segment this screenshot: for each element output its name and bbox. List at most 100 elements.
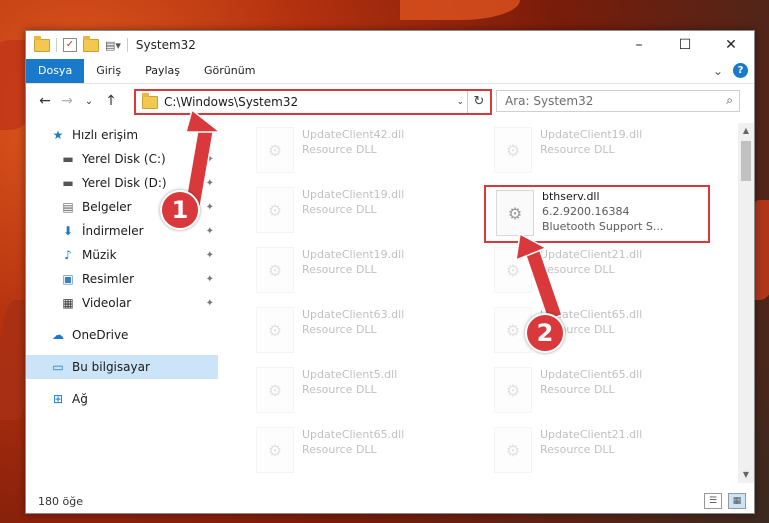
file-item[interactable]: ⚙ UpdateClient63.dll Resource DLL <box>246 307 466 359</box>
dll-file-icon: ⚙ <box>256 367 294 413</box>
file-name: UpdateClient21.dll <box>540 248 643 261</box>
scroll-down-arrow-icon[interactable]: ▼ <box>738 467 754 483</box>
tab-paylas[interactable]: Paylaş <box>133 59 192 83</box>
sidebar-item-label: Ağ <box>72 392 88 406</box>
file-name: UpdateClient21.dll <box>540 428 643 441</box>
file-description: Resource DLL <box>302 383 377 396</box>
window-controls: – ☐ ✕ <box>616 31 754 59</box>
minimize-button[interactable]: – <box>616 31 662 59</box>
file-item[interactable]: ⚙ UpdateClient65.dll Resource DLL <box>246 427 466 479</box>
dll-file-icon: ⚙ <box>256 427 294 473</box>
pin-icon: ✦ <box>205 273 214 285</box>
file-item[interactable]: ⚙ UpdateClient5.dll Resource DLL <box>246 367 466 419</box>
dll-file-icon: ⚙ <box>494 127 532 173</box>
title-bar: ✓ ▤▾ System32 – ☐ ✕ <box>26 31 754 59</box>
file-description: Resource DLL <box>302 203 377 216</box>
file-item[interactable]: ⚙ UpdateClient19.dll Resource DLL <box>246 187 466 239</box>
drive-icon: ▬ <box>62 176 74 190</box>
scroll-thumb[interactable] <box>741 141 751 181</box>
customize-toolbar-icon[interactable]: ▤▾ <box>105 39 121 52</box>
sidebar-item-label: İndirmeler <box>82 224 144 238</box>
navigation-pane: ★ Hızlı erişim ▬ Yerel Disk (C:) ✦ ▬ Yer… <box>26 123 218 483</box>
dll-file-icon: ⚙ <box>256 127 294 173</box>
sidebar-item-label: Yerel Disk (D:) <box>82 176 167 190</box>
dll-file-icon: ⚙ <box>256 187 294 233</box>
file-name: UpdateClient5.dll <box>302 368 398 381</box>
vertical-scrollbar[interactable]: ▲ ▼ <box>738 123 754 483</box>
scroll-up-arrow-icon[interactable]: ▲ <box>738 123 754 139</box>
tab-giris[interactable]: Giriş <box>84 59 133 83</box>
file-item-bthserv[interactable]: ⚙ bthserv.dll 6.2.9200.16384 Bluetooth S… <box>484 185 710 243</box>
pin-icon: ✦ <box>205 225 214 237</box>
status-bar: 180 öğe ☰ ▦ <box>26 489 754 513</box>
pictures-icon: ▣ <box>62 272 74 286</box>
separator <box>126 38 128 52</box>
properties-icon[interactable]: ✓ <box>63 38 77 52</box>
search-icon[interactable]: ⌕ <box>726 93 733 108</box>
file-item[interactable]: ⚙ UpdateClient21.dll Resource DLL <box>484 247 704 299</box>
tab-gorunum[interactable]: Görünüm <box>192 59 267 83</box>
drive-icon: ▬ <box>62 152 74 166</box>
file-item[interactable]: ⚙ UpdateClient19.dll Resource DLL <box>484 127 704 179</box>
dll-file-icon: ⚙ <box>256 307 294 353</box>
expand-ribbon-icon[interactable]: ⌄ <box>713 64 723 78</box>
file-item[interactable]: ⚙ UpdateClient19.dll Resource DLL <box>246 247 466 299</box>
close-button[interactable]: ✕ <box>708 31 754 59</box>
file-name: UpdateClient19.dll <box>302 188 405 201</box>
up-button[interactable]: ↑ <box>100 93 122 109</box>
sidebar-item-label: Belgeler <box>82 200 132 214</box>
sidebar-item-local-disk-c[interactable]: ▬ Yerel Disk (C:) ✦ <box>26 147 218 171</box>
star-icon: ★ <box>52 128 64 142</box>
address-dropdown-icon[interactable]: ⌄ <box>456 97 464 107</box>
ribbon-tabs: Dosya Giriş Paylaş Görünüm ⌄ ? <box>26 59 754 84</box>
dll-file-icon: ⚙ <box>494 367 532 413</box>
search-input[interactable]: Ara: System32 ⌕ <box>496 90 740 112</box>
file-item[interactable]: ⚙ UpdateClient21.dll Resource DLL <box>484 427 704 479</box>
pin-icon: ✦ <box>205 153 214 165</box>
file-name: UpdateClient65.dll <box>540 368 643 381</box>
sidebar-item-music[interactable]: ♪ Müzik ✦ <box>26 243 218 267</box>
file-description: Bluetooth Support S... <box>542 220 664 233</box>
forward-button[interactable]: → <box>56 93 78 109</box>
pin-icon: ✦ <box>205 249 214 261</box>
file-item[interactable]: ⚙ UpdateClient42.dll Resource DLL <box>246 127 466 179</box>
refresh-button[interactable]: ↻ <box>467 91 490 113</box>
callout-2: 2 <box>525 313 565 353</box>
quick-access-toolbar: ✓ ▤▾ <box>26 35 128 52</box>
folder-icon <box>34 35 50 52</box>
navigation-bar: ← → ⌄ ↑ C:\Windows\System32 ⌄ ↻ Ara: Sys… <box>26 87 754 115</box>
back-button[interactable]: ← <box>34 93 56 109</box>
file-explorer-window: ✓ ▤▾ System32 – ☐ ✕ Dosya Giriş Paylaş G… <box>25 30 755 514</box>
tab-dosya[interactable]: Dosya <box>26 59 85 83</box>
help-icon[interactable]: ? <box>733 63 748 78</box>
sidebar-item-pictures[interactable]: ▣ Resimler ✦ <box>26 267 218 291</box>
folder-icon <box>142 92 158 109</box>
file-name: UpdateClient19.dll <box>540 128 643 141</box>
sidebar-item-label: Bu bilgisayar <box>72 360 150 374</box>
sidebar-item-label: Videolar <box>82 296 132 310</box>
file-item[interactable]: ⚙ UpdateClient65.dll Resource DLL <box>484 367 704 419</box>
documents-icon: ▤ <box>62 200 74 214</box>
address-path[interactable]: C:\Windows\System32 <box>164 95 298 109</box>
maximize-button[interactable]: ☐ <box>662 31 708 59</box>
sidebar-item-onedrive[interactable]: ☁ OneDrive <box>26 323 218 347</box>
file-item[interactable]: ⚙ UpdateClient65.dll Resource DLL <box>484 307 704 359</box>
sidebar-item-this-pc[interactable]: ▭ Bu bilgisayar <box>26 355 218 379</box>
downloads-icon: ⬇ <box>62 224 74 238</box>
view-toggle: ☰ ▦ <box>704 493 746 509</box>
ribbon-controls: ⌄ ? <box>713 63 748 78</box>
sidebar-item-videos[interactable]: ▦ Videolar ✦ <box>26 291 218 315</box>
new-folder-icon[interactable] <box>83 35 99 52</box>
search-placeholder: Ara: System32 <box>505 94 594 108</box>
background-leaf <box>400 0 520 20</box>
address-bar[interactable]: C:\Windows\System32 ⌄ ↻ <box>134 89 492 115</box>
recent-locations-button[interactable]: ⌄ <box>78 96 100 107</box>
file-name: UpdateClient42.dll <box>302 128 405 141</box>
tiles-view-icon[interactable]: ▦ <box>728 493 746 509</box>
pin-icon: ✦ <box>205 177 214 189</box>
sidebar-item-quick-access[interactable]: ★ Hızlı erişim <box>26 123 218 147</box>
sidebar-item-network[interactable]: ⊞ Ağ <box>26 387 218 411</box>
dll-file-icon: ⚙ <box>496 190 534 236</box>
sidebar-item-label: Hızlı erişim <box>72 128 139 142</box>
details-view-icon[interactable]: ☰ <box>704 493 722 509</box>
